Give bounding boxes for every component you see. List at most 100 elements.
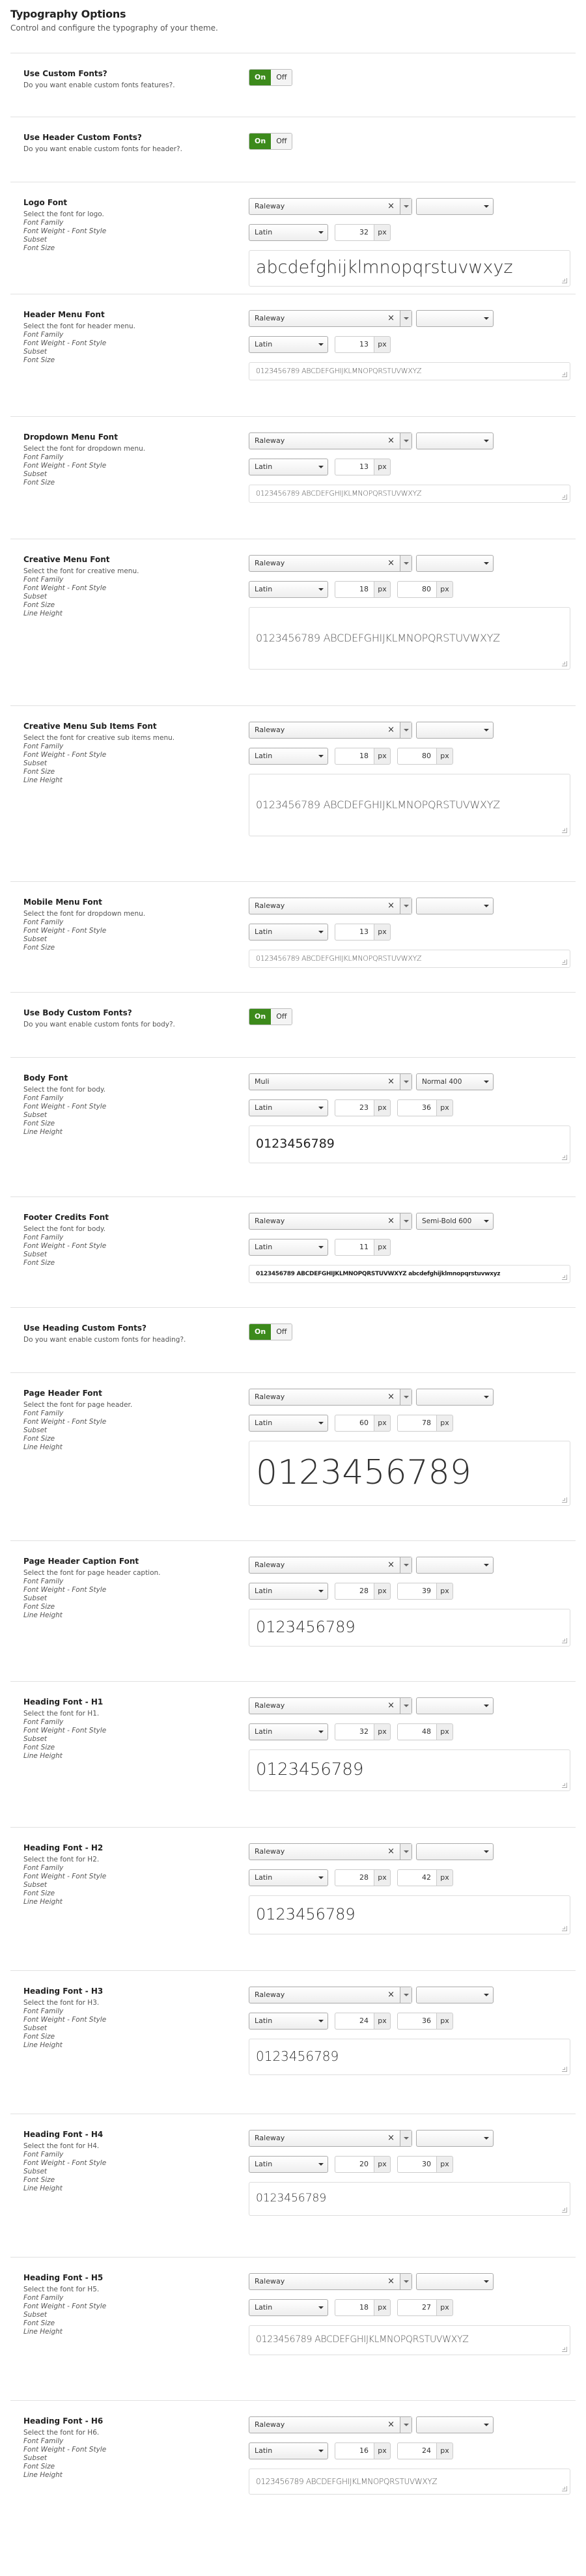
chevron-down-icon[interactable] — [400, 1389, 412, 1405]
chevron-down-icon[interactable] — [400, 1074, 412, 1090]
chevron-down-icon[interactable] — [400, 2130, 412, 2146]
resize-handle-icon[interactable] — [562, 278, 567, 283]
line-height-input[interactable]: 78 — [397, 1415, 436, 1432]
font-family-select[interactable]: Raleway × — [249, 198, 412, 215]
font-weight-select[interactable] — [416, 198, 494, 215]
font-weight-select[interactable] — [416, 310, 494, 327]
font-family-select[interactable]: Muli × — [249, 1073, 412, 1090]
use-body-fonts-toggle[interactable]: On Off — [249, 1008, 293, 1025]
clear-icon[interactable]: × — [387, 898, 395, 914]
font-family-select[interactable]: Raleway × — [249, 432, 412, 449]
font-size-input[interactable]: 24 — [335, 2013, 374, 2030]
clear-icon[interactable]: × — [387, 556, 395, 571]
line-height-input[interactable]: 27 — [397, 2299, 436, 2316]
clear-icon[interactable]: × — [387, 1074, 395, 1090]
clear-icon[interactable]: × — [387, 199, 395, 214]
font-weight-select[interactable]: Semi-Bold 600 — [416, 1213, 494, 1230]
font-weight-select[interactable] — [416, 1987, 494, 2003]
chevron-down-icon[interactable] — [400, 433, 412, 449]
resize-handle-icon[interactable] — [562, 494, 567, 500]
chevron-down-icon[interactable] — [400, 556, 412, 571]
subset-select[interactable]: Latin — [249, 1239, 328, 1256]
chevron-down-icon[interactable] — [400, 311, 412, 326]
font-size-input[interactable]: 32 — [335, 1723, 374, 1740]
font-size-input[interactable]: 13 — [335, 459, 374, 475]
resize-handle-icon[interactable] — [562, 1783, 567, 1788]
toggle-on-button[interactable]: On — [249, 134, 272, 149]
chevron-down-icon[interactable] — [400, 898, 412, 914]
font-family-select[interactable]: Raleway × — [249, 1389, 412, 1406]
font-weight-select[interactable] — [416, 1843, 494, 1860]
toggle-on-button[interactable]: On — [249, 1324, 272, 1340]
chevron-down-icon[interactable] — [400, 1698, 412, 1714]
subset-select[interactable]: Latin — [249, 2156, 328, 2173]
resize-handle-icon[interactable] — [562, 2207, 567, 2213]
font-family-select[interactable]: Raleway × — [249, 555, 412, 572]
toggle-off-button[interactable]: Off — [271, 1009, 292, 1025]
line-height-input[interactable]: 80 — [397, 581, 436, 598]
subset-select[interactable]: Latin — [249, 1415, 328, 1432]
clear-icon[interactable]: × — [387, 1698, 395, 1714]
resize-handle-icon[interactable] — [562, 2347, 567, 2352]
font-weight-select[interactable] — [416, 1697, 494, 1714]
font-size-input[interactable]: 13 — [335, 336, 374, 353]
font-weight-select[interactable] — [416, 1389, 494, 1406]
subset-select[interactable]: Latin — [249, 1583, 328, 1600]
clear-icon[interactable]: × — [387, 2417, 395, 2433]
line-height-input[interactable]: 42 — [397, 1869, 436, 1886]
font-size-input[interactable]: 20 — [335, 2156, 374, 2173]
font-weight-select[interactable] — [416, 898, 494, 914]
font-weight-select[interactable] — [416, 722, 494, 739]
resize-handle-icon[interactable] — [562, 2067, 567, 2072]
font-size-input[interactable]: 32 — [335, 224, 374, 241]
font-family-select[interactable]: Raleway × — [249, 2416, 412, 2433]
subset-select[interactable]: Latin — [249, 748, 328, 765]
toggle-off-button[interactable]: Off — [271, 70, 292, 85]
resize-handle-icon[interactable] — [562, 828, 567, 833]
font-weight-select[interactable] — [416, 2416, 494, 2433]
font-weight-select[interactable] — [416, 2273, 494, 2290]
subset-select[interactable]: Latin — [249, 2299, 328, 2316]
chevron-down-icon[interactable] — [400, 199, 412, 214]
subset-select[interactable]: Latin — [249, 1099, 328, 1116]
line-height-input[interactable]: 36 — [397, 2013, 436, 2030]
font-size-input[interactable]: 28 — [335, 1869, 374, 1886]
chevron-down-icon[interactable] — [400, 1987, 412, 2003]
clear-icon[interactable]: × — [387, 1844, 395, 1860]
chevron-down-icon[interactable] — [400, 722, 412, 738]
line-height-input[interactable]: 36 — [397, 1099, 436, 1116]
font-family-select[interactable]: Raleway × — [249, 2130, 412, 2147]
resize-handle-icon[interactable] — [562, 2486, 567, 2491]
font-family-select[interactable]: Raleway × — [249, 1213, 412, 1230]
font-family-select[interactable]: Raleway × — [249, 1987, 412, 2003]
clear-icon[interactable]: × — [387, 1213, 395, 1229]
subset-select[interactable]: Latin — [249, 459, 328, 475]
use-custom-fonts-toggle[interactable]: On Off — [249, 69, 293, 86]
font-size-input[interactable]: 16 — [335, 2442, 374, 2459]
resize-handle-icon[interactable] — [562, 1155, 567, 1160]
font-family-select[interactable]: Raleway × — [249, 898, 412, 914]
chevron-down-icon[interactable] — [400, 1213, 412, 1229]
chevron-down-icon[interactable] — [400, 1844, 412, 1860]
font-size-input[interactable]: 23 — [335, 1099, 374, 1116]
font-size-input[interactable]: 60 — [335, 1415, 374, 1432]
font-size-input[interactable]: 13 — [335, 924, 374, 941]
font-size-input[interactable]: 18 — [335, 748, 374, 765]
clear-icon[interactable]: × — [387, 433, 395, 449]
subset-select[interactable]: Latin — [249, 924, 328, 941]
clear-icon[interactable]: × — [387, 2130, 395, 2146]
line-height-input[interactable]: 80 — [397, 748, 436, 765]
subset-select[interactable]: Latin — [249, 2442, 328, 2459]
line-height-input[interactable]: 30 — [397, 2156, 436, 2173]
use-heading-fonts-toggle[interactable]: On Off — [249, 1323, 293, 1340]
font-weight-select[interactable] — [416, 432, 494, 449]
subset-select[interactable]: Latin — [249, 336, 328, 353]
subset-select[interactable]: Latin — [249, 581, 328, 598]
clear-icon[interactable]: × — [387, 1557, 395, 1573]
clear-icon[interactable]: × — [387, 1987, 395, 2003]
subset-select[interactable]: Latin — [249, 224, 328, 241]
use-header-fonts-toggle[interactable]: On Off — [249, 133, 293, 150]
font-size-input[interactable]: 11 — [335, 1239, 374, 1256]
font-family-select[interactable]: Raleway × — [249, 1843, 412, 1860]
clear-icon[interactable]: × — [387, 311, 395, 326]
